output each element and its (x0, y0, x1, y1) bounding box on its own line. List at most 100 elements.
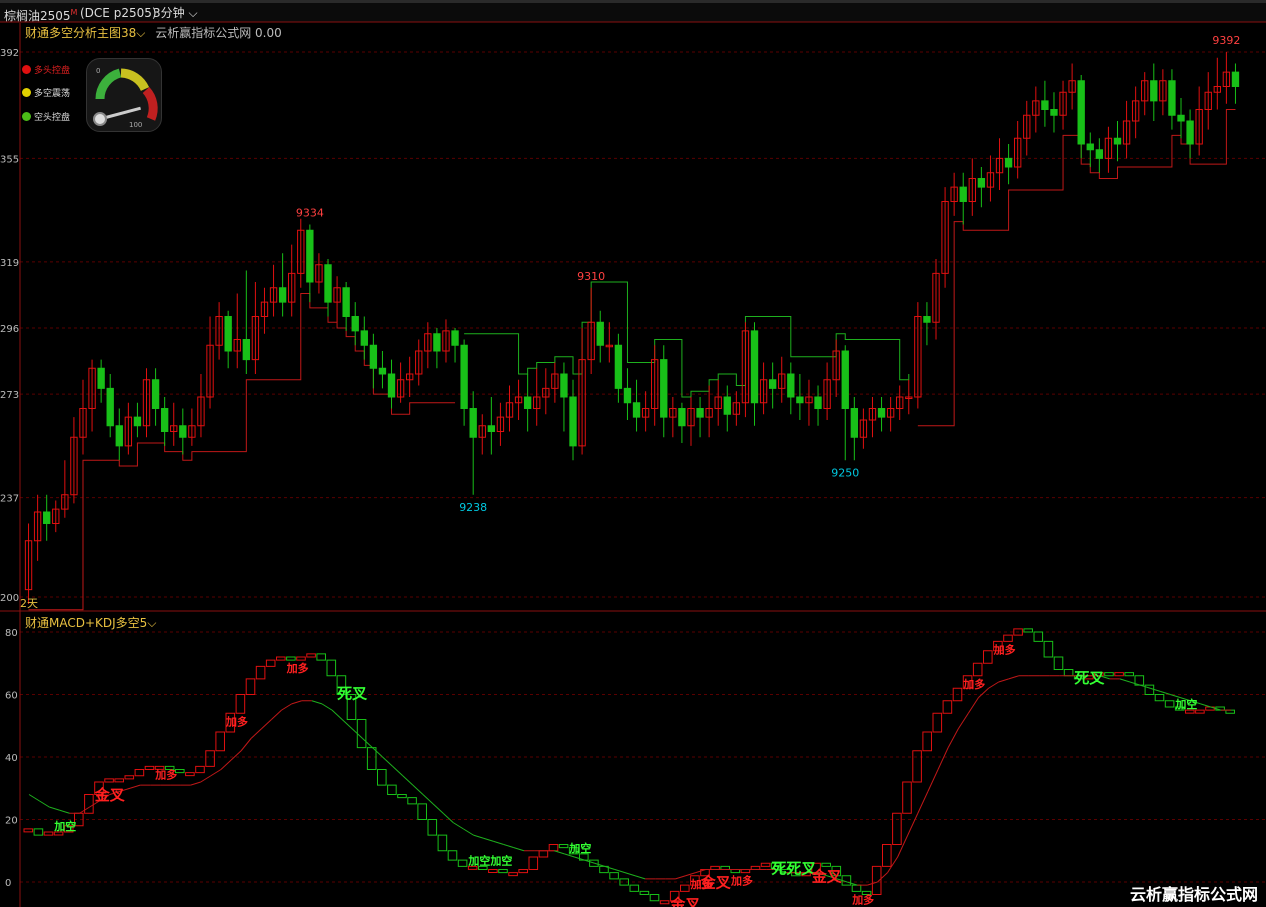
k-bar (437, 834, 448, 852)
k-bar (316, 653, 326, 661)
candle-body (88, 367, 96, 409)
signal-line-segment (1200, 703, 1211, 708)
k-bar (659, 900, 670, 905)
signal-line-segment (382, 756, 393, 767)
candle-body (1177, 114, 1185, 122)
k-bar (801, 872, 811, 877)
k-bar (1195, 709, 1205, 714)
k-bar (74, 812, 84, 827)
signal-line-segment (190, 781, 201, 786)
candle-body (768, 379, 777, 389)
candle-body (578, 359, 586, 447)
k-bar (912, 750, 922, 783)
k-bar (952, 687, 963, 702)
yellow-dot-icon (22, 88, 31, 97)
price-annotations: 9334 9310 9392 9238 9250 (296, 34, 1241, 514)
candle-body (1050, 109, 1058, 116)
main-panel-title[interactable]: 财通多空分析主图38⌵ 云析赢指标公式网 0.00 (25, 24, 282, 41)
k-bar (265, 659, 276, 667)
k-bar (326, 659, 337, 677)
signal-line-segment (311, 700, 323, 705)
k-bar (457, 859, 468, 867)
k-bar (205, 750, 215, 767)
k-bar (195, 765, 205, 774)
signal-line-segment (59, 809, 70, 814)
signal-line-segment (493, 840, 504, 845)
k-bar (760, 862, 771, 867)
signal-label: 加多 (730, 874, 753, 888)
k-bar (740, 869, 751, 874)
candle-body (115, 425, 123, 447)
k-bar (84, 794, 94, 814)
candle-body (687, 408, 695, 427)
k-bar (356, 719, 367, 749)
signal-line-segment (614, 869, 626, 874)
k-bar (720, 865, 730, 870)
k-bar (1063, 669, 1074, 677)
k-bar (851, 884, 862, 892)
signal-line-segment (1129, 681, 1141, 686)
candle-body (542, 387, 550, 398)
signal-line-segment (392, 766, 404, 777)
candle-body (405, 373, 414, 381)
signal-line-segment (79, 806, 90, 814)
k-bar (831, 865, 842, 877)
chevron-down-icon: ⌵ (188, 6, 198, 20)
candle-body (914, 316, 922, 398)
k-bar (134, 769, 145, 777)
k-bar (1144, 684, 1155, 695)
symbol-name[interactable]: 棕榈油2505M (4, 4, 77, 25)
candle-body (1059, 91, 1067, 116)
red-dot-icon (22, 65, 31, 74)
k-bar (1104, 672, 1114, 677)
signal-label: 金叉 (669, 895, 701, 907)
signal-line-segment (432, 803, 444, 814)
signal-line-segment (49, 806, 60, 811)
k-bar (599, 865, 609, 874)
candle-body (496, 416, 505, 432)
signal-label: 加多 (962, 677, 985, 691)
signal-line-segment (1160, 690, 1171, 695)
signal-line-segment (978, 687, 989, 698)
k-bar (467, 865, 478, 870)
chart-canvas[interactable]: 392 355 319 296 273 237 200 9334 9310 93… (0, 0, 1266, 907)
signal-line-segment (907, 813, 919, 836)
candle-body (1222, 71, 1231, 87)
candle-body (977, 178, 986, 188)
signal-line-segment (927, 769, 939, 792)
signal-line-segment (877, 872, 888, 883)
candle-body (415, 350, 423, 375)
candle-body (605, 344, 613, 348)
signal-line-segment (331, 709, 343, 720)
k-bar (407, 797, 417, 805)
k-bar (669, 890, 680, 902)
candle-body (487, 425, 496, 432)
k-bar (104, 778, 114, 783)
candle-body (1204, 91, 1212, 110)
candle-body (623, 387, 632, 404)
period-selector[interactable]: 3分钟 ⌵ (153, 4, 198, 22)
y-tick-label: 296 (0, 324, 19, 335)
candle-body (396, 379, 405, 398)
signal-line-segment (321, 703, 333, 711)
signal-line-segment (836, 878, 848, 883)
signal-line-segment (998, 678, 1009, 683)
k-bar (690, 875, 700, 886)
support-resistance-steps (28, 109, 1236, 611)
k-bar (568, 847, 579, 855)
candle-body (669, 408, 677, 418)
candle-body (478, 425, 486, 438)
signal-line-segment (230, 750, 242, 761)
k-bar (185, 772, 195, 777)
sub-panel-title[interactable]: 财通MACD+KDJ多空5⌵ (25, 614, 156, 631)
candle-body (1195, 109, 1203, 145)
green-dot-icon (22, 112, 31, 121)
k-bar (447, 850, 458, 861)
oscillator-series (23, 628, 1235, 905)
k-bar (225, 712, 236, 733)
k-bar (255, 665, 266, 680)
k-bar (558, 844, 569, 849)
signal-line-segment (867, 881, 878, 886)
signal-line-segment (281, 703, 292, 711)
gauge-hub (93, 112, 107, 126)
